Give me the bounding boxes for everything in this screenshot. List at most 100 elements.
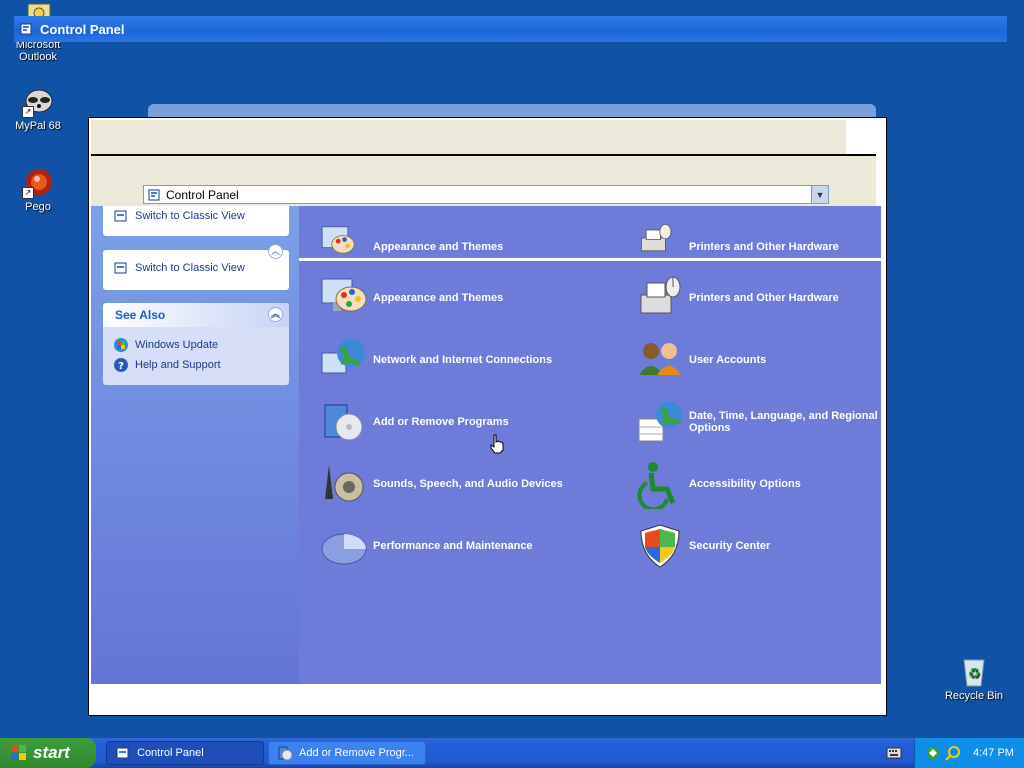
- search-tray-icon[interactable]: [945, 745, 961, 761]
- category-network-internet[interactable]: Network and Internet Connections: [319, 335, 552, 385]
- control-panel-icon: [148, 188, 162, 202]
- taskbar: start Control Panel Add or Remove Progr.…: [0, 738, 1024, 768]
- accessibility-icon: [635, 459, 685, 512]
- start-button[interactable]: start: [0, 738, 96, 768]
- switch-view-icon: [113, 260, 129, 276]
- category-pane: Appearance and Themes Printers and Other…: [299, 206, 881, 684]
- see-also-label: Help and Support: [135, 359, 221, 371]
- raccoon-icon: ↗: [22, 86, 54, 118]
- hand-cursor-icon: [489, 434, 505, 454]
- desktop-icon-pego[interactable]: ↗ Pego: [0, 167, 76, 213]
- sound-icon: [319, 459, 369, 509]
- category-label: User Accounts: [689, 354, 767, 366]
- desktop-icon-label: Pego: [25, 201, 51, 213]
- see-also-item-windows-update[interactable]: Windows Update: [103, 335, 289, 355]
- desktop-icon-label: Microsoft Outlook: [15, 39, 61, 63]
- add-remove-icon: [319, 397, 369, 447]
- svg-text:♻: ♻: [968, 666, 981, 682]
- desktop-icon-recycle-bin[interactable]: ♻ Recycle Bin: [936, 656, 1012, 702]
- task-pane: Switch to Classic View ︿ Switch to Class…: [91, 206, 299, 684]
- category-appearance-ghost[interactable]: Appearance and Themes: [319, 222, 503, 272]
- keyboard-icon[interactable]: [886, 746, 902, 760]
- category-label: Network and Internet Connections: [373, 354, 553, 366]
- printer-icon: [635, 273, 685, 323]
- shortcut-arrow-icon: ↗: [22, 187, 34, 199]
- see-also-header[interactable]: See Also ︽: [103, 303, 289, 327]
- switch-view-icon: [113, 208, 129, 224]
- control-panel-icon: [20, 22, 34, 36]
- windows-logo-icon: [10, 744, 28, 762]
- system-tray: 4:47 PM: [914, 738, 1024, 768]
- pego-icon: ↗: [22, 167, 54, 199]
- address-input[interactable]: Control Panel ▼: [143, 185, 829, 204]
- task-link-label: Switch to Classic View: [135, 262, 245, 274]
- category-user-accounts[interactable]: User Accounts: [635, 335, 766, 385]
- category-security-center[interactable]: Security Center: [635, 521, 770, 571]
- category-label: Printers and Other Hardware: [689, 241, 839, 253]
- switch-view-box: ︿ Switch to Classic View: [103, 244, 289, 290]
- category-add-remove-programs[interactable]: Add or Remove Programs: [319, 397, 509, 447]
- switch-view-box-ghost: Switch to Classic View: [103, 206, 289, 236]
- help-icon: ?: [113, 357, 129, 373]
- clock[interactable]: 4:47 PM: [973, 747, 1014, 759]
- appearance-icon: [319, 222, 369, 272]
- taskbar-button-label: Control Panel: [137, 747, 204, 759]
- see-also-item-help-and-support[interactable]: ? Help and Support: [103, 355, 289, 375]
- category-label: Printers and Other Hardware: [689, 292, 839, 304]
- date-time-icon: [635, 397, 685, 447]
- category-appearance-themes[interactable]: Appearance and Themes: [319, 273, 503, 323]
- category-performance-maintenance[interactable]: Performance and Maintenance: [319, 521, 533, 571]
- chevron-down-icon: ▼: [815, 189, 825, 200]
- category-date-time-language[interactable]: Date, Time, Language, and Regional Optio…: [635, 397, 881, 447]
- appearance-icon: [319, 273, 369, 323]
- users-icon: [635, 335, 685, 385]
- window-title: Control Panel: [40, 21, 125, 37]
- pane-divider: [299, 258, 881, 261]
- start-label: start: [33, 743, 70, 762]
- category-label: Add or Remove Programs: [373, 416, 509, 428]
- shield-icon: [635, 521, 685, 571]
- control-panel-title-bar[interactable]: Control Panel: [14, 16, 1007, 42]
- category-label: Appearance and Themes: [373, 241, 504, 253]
- collapse-up-icon[interactable]: ︽: [268, 307, 283, 322]
- category-label: Performance and Maintenance: [373, 540, 533, 552]
- category-accessibility-options[interactable]: Accessibility Options: [635, 459, 801, 512]
- desktop-icon-mypal[interactable]: ↗ MyPal 68: [0, 86, 76, 132]
- collapse-up-icon[interactable]: ︿: [268, 244, 283, 259]
- category-printers-hardware[interactable]: Printers and Other Hardware: [635, 273, 839, 323]
- performance-icon: [319, 521, 369, 571]
- switch-to-classic-view-link[interactable]: Switch to Classic View: [103, 258, 289, 278]
- add-remove-icon: [277, 745, 293, 761]
- printer-icon: [635, 222, 685, 272]
- switch-to-classic-view-link[interactable]: Switch to Classic View: [103, 206, 289, 226]
- svg-text:?: ?: [118, 361, 124, 372]
- taskbar-button-control-panel[interactable]: Control Panel: [106, 741, 264, 765]
- address-dropdown-button[interactable]: ▼: [811, 186, 828, 203]
- category-label: Date, Time, Language, and Regional Optio…: [689, 410, 878, 434]
- address-value: Control Panel: [166, 187, 239, 202]
- desktop-icon-label: MyPal 68: [15, 120, 61, 132]
- category-label: Security Center: [689, 540, 771, 552]
- shortcut-arrow-icon: ↗: [22, 106, 34, 118]
- category-label: Appearance and Themes: [373, 292, 504, 304]
- category-label: Accessibility Options: [689, 478, 801, 490]
- see-also-label: Windows Update: [135, 339, 219, 351]
- windows-update-icon: [113, 337, 129, 353]
- network-icon: [319, 335, 369, 385]
- task-link-label: Switch to Classic View: [135, 210, 245, 222]
- control-panel-window: Control Panel ▼ Switch to Classic View ︿…: [88, 117, 887, 716]
- see-also-box: See Also ︽ Windows Update ? Help and Sup…: [103, 303, 289, 385]
- address-bar: Control Panel ▼: [91, 184, 876, 206]
- taskbar-button-label: Add or Remove Progr...: [299, 747, 414, 759]
- category-label: Sounds, Speech, and Audio Devices: [373, 478, 563, 490]
- network-tray-icon[interactable]: [925, 745, 941, 761]
- category-sounds-speech-audio[interactable]: Sounds, Speech, and Audio Devices: [319, 459, 563, 509]
- category-printers-ghost[interactable]: Printers and Other Hardware: [635, 222, 839, 272]
- taskbar-button-add-remove-programs[interactable]: Add or Remove Progr...: [268, 741, 426, 765]
- toolbar-ghost-bottom: [91, 154, 876, 186]
- toolbar-ghost-top: [91, 120, 846, 155]
- see-also-title: See Also: [115, 308, 166, 322]
- control-panel-icon: [115, 745, 131, 761]
- desktop-icon-label: Recycle Bin: [944, 690, 1004, 702]
- recycle-bin-icon: ♻: [958, 656, 990, 688]
